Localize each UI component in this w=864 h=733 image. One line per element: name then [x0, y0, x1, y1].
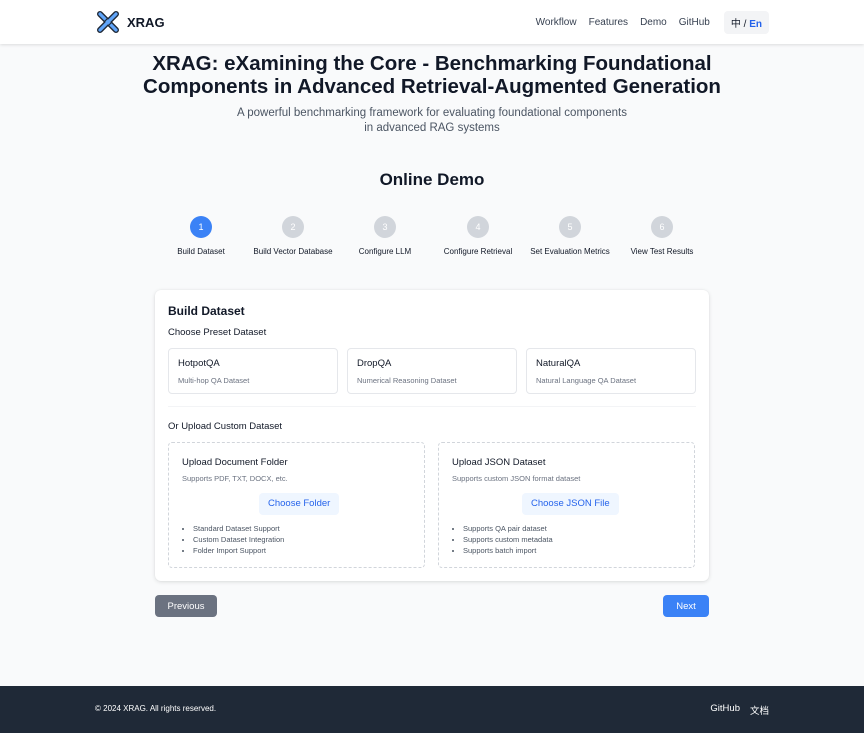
preset-desc: Multi-hop QA Dataset — [178, 376, 250, 385]
preset-desc: Natural Language QA Dataset — [536, 376, 637, 385]
preset-name: NaturalQA — [536, 358, 581, 369]
choose-json-file-button[interactable]: Choose JSON File — [522, 493, 619, 515]
custom-dataset-heading: Or Upload Custom Dataset — [168, 421, 283, 432]
step-view-test-results[interactable]: 6 View Test Results — [602, 216, 722, 256]
nav-link-github[interactable]: GitHub — [679, 17, 710, 28]
lang-option-zh[interactable]: 中 — [731, 19, 741, 30]
brand-name: XRAG — [127, 14, 165, 30]
upload-title: Upload JSON Dataset — [452, 457, 546, 468]
preset-name: HotpotQA — [178, 358, 220, 369]
language-switch[interactable]: 中 / En — [723, 11, 769, 34]
copyright-text: © 2024 XRAG. All rights reserved. — [95, 704, 217, 713]
next-button[interactable]: Next — [663, 595, 709, 617]
top-navbar: XRAG Workflow Features Demo GitHub 中 / E… — [0, 0, 864, 44]
preset-dropqa[interactable]: DropQA Numerical Reasoning Dataset — [347, 348, 517, 394]
upload-feature-list: Supports QA pair dataset Supports custom… — [463, 523, 553, 556]
footer: © 2024 XRAG. All rights reserved. GitHub… — [0, 686, 864, 733]
preset-naturalqa[interactable]: NaturalQA Natural Language QA Dataset — [526, 348, 696, 394]
lang-option-en[interactable]: En — [749, 19, 762, 30]
hero-title-line2: Components in Advanced Retrieval-Augment… — [143, 74, 721, 98]
step-number: 3 — [374, 216, 396, 238]
card-title: Build Dataset — [168, 304, 245, 318]
hero-subtitle-line2: in advanced RAG systems — [364, 122, 500, 134]
footer-link-github[interactable]: GitHub — [710, 703, 740, 717]
list-item: Custom Dataset Integration — [193, 534, 284, 545]
step-number: 6 — [651, 216, 673, 238]
step-number: 1 — [190, 216, 212, 238]
step-number: 5 — [559, 216, 581, 238]
preset-hotpotqa[interactable]: HotpotQA Multi-hop QA Dataset — [168, 348, 338, 394]
nav-link-features[interactable]: Features — [589, 17, 628, 28]
main-nav: Workflow Features Demo GitHub 中 / En — [536, 11, 769, 34]
build-dataset-card: Build Dataset Choose Preset Dataset Hotp… — [155, 290, 709, 581]
online-demo-title: Online Demo — [379, 170, 485, 189]
list-item: Folder Import Support — [193, 545, 284, 556]
step-label: View Test Results — [630, 247, 694, 256]
upload-folder-box[interactable]: Upload Document Folder Supports PDF, TXT… — [168, 442, 425, 568]
brand[interactable]: XRAG — [95, 9, 165, 35]
step-number: 4 — [467, 216, 489, 238]
preset-dataset-heading: Choose Preset Dataset — [168, 327, 267, 338]
list-item: Supports batch import — [463, 545, 553, 556]
upload-desc: Supports custom JSON format dataset — [452, 474, 581, 483]
nav-link-workflow[interactable]: Workflow — [536, 17, 577, 28]
upload-title: Upload Document Folder — [182, 457, 288, 468]
step-number: 2 — [282, 216, 304, 238]
hero-subtitle: A powerful benchmarking framework for ev… — [220, 106, 644, 136]
previous-button[interactable]: Previous — [155, 595, 217, 617]
hero-title: XRAG: eXamining the Core - Benchmarking … — [0, 52, 864, 98]
lang-separator: / — [740, 19, 750, 30]
footer-links: GitHub 文档 — [710, 703, 769, 717]
list-item: Supports QA pair dataset — [463, 523, 553, 534]
upload-feature-list: Standard Dataset Support Custom Dataset … — [193, 523, 284, 556]
upload-json-box[interactable]: Upload JSON Dataset Supports custom JSON… — [438, 442, 695, 568]
choose-folder-button[interactable]: Choose Folder — [259, 493, 340, 515]
hero-subtitle-line1: A powerful benchmarking framework for ev… — [237, 107, 627, 119]
nav-link-demo[interactable]: Demo — [640, 17, 667, 28]
footer-link-docs[interactable]: 文档 — [750, 703, 769, 717]
preset-desc: Numerical Reasoning Dataset — [357, 376, 457, 385]
divider — [168, 406, 696, 407]
x-logo-icon — [97, 11, 119, 33]
list-item: Standard Dataset Support — [193, 523, 284, 534]
upload-desc: Supports PDF, TXT, DOCX, etc. — [182, 474, 288, 483]
preset-name: DropQA — [357, 358, 392, 369]
list-item: Supports custom metadata — [463, 534, 553, 545]
hero-title-line1: XRAG: eXamining the Core - Benchmarking … — [152, 52, 712, 75]
